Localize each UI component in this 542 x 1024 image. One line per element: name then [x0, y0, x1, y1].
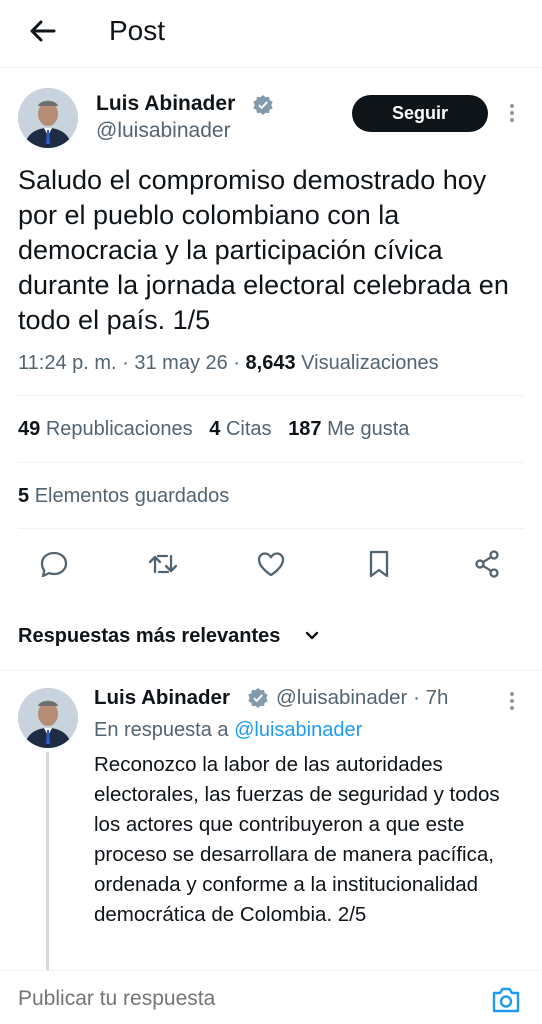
reply-author-handle[interactable]: @luisabinader: [276, 686, 407, 709]
share-icon[interactable]: [471, 548, 503, 580]
follow-button[interactable]: Seguir: [352, 95, 488, 132]
post-date: 31 may 26: [134, 352, 228, 374]
reply-handle-time: @luisabinader · 7h: [276, 686, 449, 709]
post-meta: 11:24 p. m. · 31 may 26 · 8,643 Visualiz…: [18, 352, 439, 374]
post-text: Saludo el compromiso demostrado hoy por …: [18, 165, 509, 335]
divider: [18, 462, 524, 463]
reply-input[interactable]: [18, 985, 438, 1013]
camera-icon[interactable]: [490, 985, 522, 1015]
reply-author-name[interactable]: Luis Abinader: [94, 685, 230, 711]
bookmarks-stat[interactable]: 5 Elementos guardados: [18, 482, 229, 510]
likes-stat[interactable]: 187 Me gusta: [288, 418, 409, 440]
quotes-stat[interactable]: 4 Citas: [209, 418, 271, 440]
repost-icon[interactable]: [147, 548, 179, 580]
verified-badge-icon: [253, 95, 273, 115]
views-count: 8,643: [245, 352, 296, 374]
in-reply-to-link[interactable]: @luisabinader: [234, 719, 362, 741]
reply-author-avatar[interactable]: [18, 688, 78, 748]
post-time: 11:24 p. m.: [18, 352, 117, 374]
reposts-stat[interactable]: 49 Republicaciones: [18, 418, 193, 440]
top-bar: Post: [0, 0, 542, 68]
reply-time: 7h: [425, 686, 449, 709]
divider: [18, 528, 524, 529]
like-icon[interactable]: [255, 548, 287, 580]
back-arrow-icon[interactable]: [26, 14, 60, 48]
reply-composer: [0, 970, 542, 1024]
author-name[interactable]: Luis Abinader: [96, 91, 235, 117]
in-reply-to: En respuesta a @luisabinader: [94, 719, 363, 741]
author-handle[interactable]: @luisabinader: [96, 118, 231, 144]
divider: [18, 395, 524, 396]
reply-text: Reconozco la labor de las autoridades el…: [94, 753, 500, 926]
reply-more-options-icon[interactable]: [506, 689, 518, 713]
more-options-icon[interactable]: [506, 101, 518, 125]
views-label: Visualizaciones: [301, 352, 439, 374]
author-avatar[interactable]: [18, 88, 78, 148]
bookmark-icon[interactable]: [363, 548, 395, 580]
thread-line: [46, 752, 49, 970]
engagement-stats: 49 Republicaciones 4 Citas 187 Me gusta: [18, 415, 409, 443]
divider: [0, 670, 542, 671]
chevron-down-icon[interactable]: [302, 626, 322, 646]
replies-sort-dropdown[interactable]: Respuestas más relevantes: [18, 622, 280, 650]
verified-badge-icon: [248, 688, 268, 708]
page-title: Post: [109, 15, 166, 46]
reply-icon[interactable]: [38, 548, 70, 580]
